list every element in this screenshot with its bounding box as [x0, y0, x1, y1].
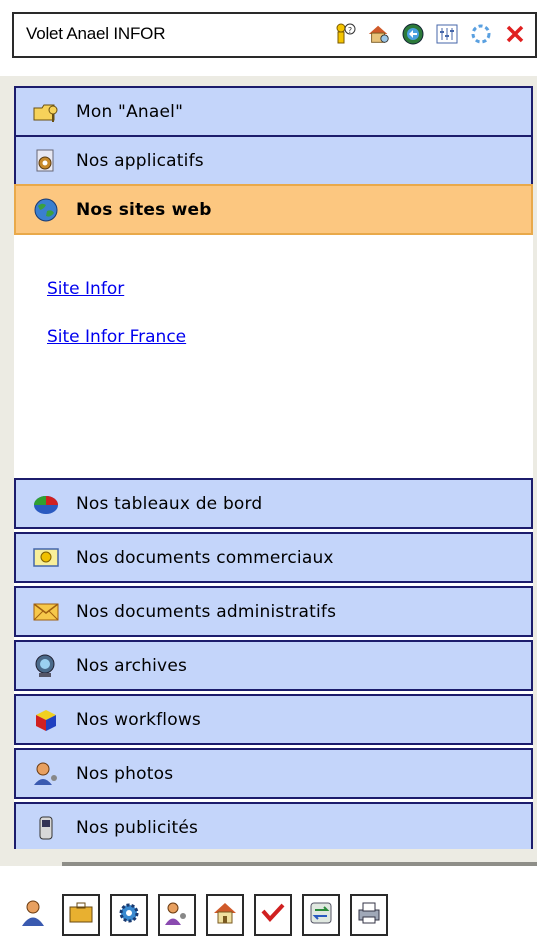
section-label: Nos documents commerciaux: [76, 547, 334, 568]
house-icon: [212, 900, 238, 930]
section-nos-sites-web[interactable]: Nos sites web: [14, 184, 533, 235]
tab-user[interactable]: [14, 894, 52, 936]
section-label: Mon "Anael": [76, 101, 184, 122]
cube-icon: [30, 704, 62, 736]
section-label: Nos photos: [76, 763, 174, 784]
phone-icon: [30, 812, 62, 844]
help-person-icon[interactable]: ?: [333, 21, 357, 47]
close-icon[interactable]: [503, 21, 527, 47]
exchange-icon: [308, 900, 334, 930]
section-nos-workflows[interactable]: Nos workflows: [14, 694, 533, 745]
info-bubble-icon: [30, 542, 62, 574]
magnifier-icon: [30, 650, 62, 682]
section-label: Nos sites web: [76, 199, 212, 220]
section-nos-documents-commerciaux[interactable]: Nos documents commerciaux: [14, 532, 533, 583]
users-icon: [164, 900, 190, 930]
section-label: Nos tableaux de bord: [76, 493, 263, 514]
tab-check[interactable]: [254, 894, 292, 936]
section-label: Nos archives: [76, 655, 188, 676]
section-label: Nos applicatifs: [76, 150, 204, 171]
tab-house[interactable]: [206, 894, 244, 936]
svg-text:?: ?: [348, 26, 352, 35]
checkmark-icon: [260, 901, 286, 929]
section-nos-tableaux-de-bord[interactable]: Nos tableaux de bord: [14, 478, 533, 529]
home-search-icon[interactable]: [367, 21, 391, 47]
pie-chart-icon: [30, 488, 62, 520]
section-nos-archives[interactable]: Nos archives: [14, 640, 533, 691]
panel-scroll-track: [62, 862, 537, 866]
refresh-globe-icon[interactable]: [401, 21, 425, 47]
title-bar: Volet Anael INFOR ?: [0, 12, 537, 60]
navigation-panel: Mon "Anael" Nos applicatifs Nos sites we…: [14, 86, 533, 853]
globe-icon: [30, 194, 62, 226]
bottom-toolbar: [0, 888, 537, 946]
equalizer-icon[interactable]: [435, 21, 459, 47]
tab-printer[interactable]: [350, 894, 388, 936]
envelope-icon: [30, 596, 62, 628]
link-site-infor[interactable]: Site Infor: [47, 279, 124, 299]
printer-icon: [356, 900, 382, 930]
gear-icon: [116, 900, 142, 930]
tab-exchange[interactable]: [302, 894, 340, 936]
section-label: Nos documents administratifs: [76, 601, 337, 622]
spinner-icon[interactable]: [469, 21, 493, 47]
tab-briefcase[interactable]: [62, 894, 100, 936]
section-nos-photos[interactable]: Nos photos: [14, 748, 533, 799]
section-nos-documents-administratifs[interactable]: Nos documents administratifs: [14, 586, 533, 637]
panel-footer: [14, 849, 533, 856]
gear-doc-icon: [30, 145, 62, 177]
section-label: Nos publicités: [76, 817, 199, 838]
window-title: Volet Anael INFOR: [26, 24, 166, 43]
title-toolbar: ?: [333, 21, 527, 47]
section-mon-anael[interactable]: Mon "Anael": [14, 86, 533, 137]
link-site-infor-france[interactable]: Site Infor France: [47, 327, 186, 347]
briefcase-icon: [68, 901, 94, 929]
section-nos-publicites[interactable]: Nos publicités: [14, 802, 533, 853]
tab-users[interactable]: [158, 894, 196, 936]
tab-gear[interactable]: [110, 894, 148, 936]
section-nos-applicatifs[interactable]: Nos applicatifs: [14, 135, 533, 186]
folder-key-icon: [30, 96, 62, 128]
user-icon: [20, 899, 46, 931]
section-label: Nos workflows: [76, 709, 201, 730]
title-box: Volet Anael INFOR ?: [12, 12, 537, 58]
camera-person-icon: [30, 758, 62, 790]
